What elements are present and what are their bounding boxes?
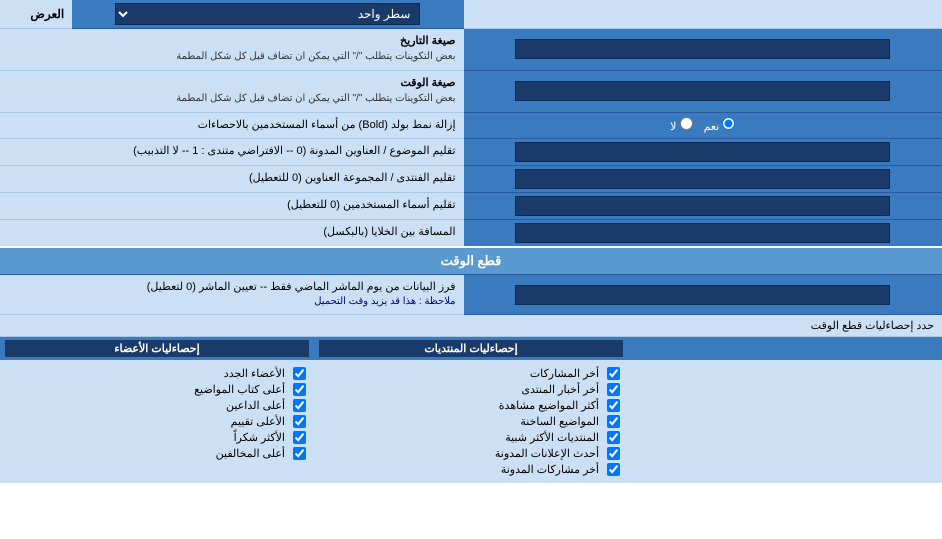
username-trim-label: تقليم أسماء المستخدمين (0 للتعطيل): [0, 192, 464, 219]
bold-yes-label: نعم: [704, 121, 720, 133]
display-mode-select[interactable]: سطر واحد سطران ثلاثة أسطر: [115, 3, 420, 25]
cutoff-label-line1: فرز البيانات من يوم الماشر الماضي فقط --…: [8, 280, 456, 295]
checkbox-label-2: أكثر المواضيع مشاهدة: [499, 399, 599, 412]
cutoff-section-header: قطع الوقت: [0, 247, 942, 275]
time-format-label: صيغة الوقت بعض التكوينات يتطلب "/" التي …: [0, 70, 464, 112]
checkbox-item-c2-0: الأعضاء الجدد: [8, 367, 306, 380]
checkbox-label-6: أخر مشاركات المدونة: [501, 463, 599, 476]
cell-spacing-cell: 2: [464, 219, 942, 247]
cutoff-value-input[interactable]: 0: [515, 285, 890, 305]
checkbox-item-c2-3: الأعلى تقييم: [8, 415, 306, 428]
checkbox-0[interactable]: [607, 367, 620, 380]
col2-header: إحصاءليات الأعضاء: [5, 340, 309, 357]
bold-remove-cell: نعم لا: [464, 112, 942, 138]
checkbox-item-6: أخر مشاركات المدونة: [322, 463, 620, 476]
checkbox-label-1: أخر أخبار المنتدى: [521, 383, 599, 396]
checkbox-item-c2-5: أعلى المخالفين: [8, 447, 306, 460]
checkbox-item-5: أحدث الإعلانات المدونة: [322, 447, 620, 460]
cutoff-label: فرز البيانات من يوم الماشر الماضي فقط --…: [0, 274, 464, 314]
username-trim-cell: 0: [464, 192, 942, 219]
forum-align-input[interactable]: 33: [515, 169, 890, 189]
cell-spacing-input[interactable]: 2: [515, 223, 890, 243]
cutoff-label-line2: ملاحظة : هذا قد يزيد وقت التحميل: [8, 295, 456, 309]
page-title: العرض: [0, 0, 72, 29]
date-format-input[interactable]: d-m: [515, 39, 890, 59]
checkbox-label-5: أحدث الإعلانات المدونة: [495, 447, 599, 460]
display-mode-cell: سطر واحد سطران ثلاثة أسطر: [72, 0, 463, 29]
empty-col3: [628, 360, 942, 483]
checkbox-c2-4[interactable]: [293, 431, 306, 444]
time-format-label-line2: بعض التكوينات يتطلب "/" التي يمكن ان تضا…: [176, 93, 455, 104]
checkbox-1[interactable]: [607, 383, 620, 396]
checkbox-label-0: أخر المشاركات: [530, 367, 599, 380]
checkbox-5[interactable]: [607, 447, 620, 460]
checkbox-item-c2-2: أعلى الداعين: [8, 399, 306, 412]
date-format-label: صيغة التاريخ بعض التكوينات يتطلب "/" الت…: [0, 29, 464, 71]
date-format-label-line1: صيغة التاريخ: [8, 34, 456, 49]
bold-remove-label: إزالة نمط بولد (Bold) من أسماء المستخدمي…: [0, 112, 464, 138]
checkbox-item-3: المواضيع الساخنة: [322, 415, 620, 428]
checkbox-c2-5[interactable]: [293, 447, 306, 460]
topic-align-input[interactable]: 33: [515, 142, 890, 162]
checkbox-label-c2-2: أعلى الداعين: [226, 399, 285, 412]
date-format-cell: d-m: [464, 29, 942, 71]
checkbox-label-c2-0: الأعضاء الجدد: [224, 367, 285, 380]
checkbox-label-c2-1: أعلى كتاب المواضيع: [194, 383, 285, 396]
topic-align-label: تقليم الموضوع / العناوين المدونة (0 -- ا…: [0, 138, 464, 165]
col3-header-cell: [628, 337, 942, 360]
checkbox-label-c2-5: أعلى المخالفين: [216, 447, 285, 460]
checkbox-item-2: أكثر المواضيع مشاهدة: [322, 399, 620, 412]
bold-no-label: لا: [670, 121, 676, 133]
checkbox-label-c2-4: الأكثر شكراً: [234, 431, 285, 444]
col2-items: الأعضاء الجدد أعلى كتاب المواضيع أعلى ال…: [0, 360, 314, 483]
cutoff-value-cell: 0: [464, 274, 942, 314]
checkbox-item-4: المنتديات الأكثر شبية: [322, 431, 620, 444]
username-trim-input[interactable]: 0: [515, 196, 890, 216]
checkbox-item-c2-4: الأكثر شكراً: [8, 431, 306, 444]
checkbox-item-1: أخر أخبار المنتدى: [322, 383, 620, 396]
checkboxes-section: إحصاءليات المنتديات إحصاءليات الأعضاء أخ…: [0, 337, 942, 484]
time-format-input[interactable]: H:i: [515, 81, 890, 101]
checkbox-3[interactable]: [607, 415, 620, 428]
checkbox-item-c2-1: أعلى كتاب المواضيع: [8, 383, 306, 396]
display-mode-label: [464, 0, 942, 29]
checkbox-6[interactable]: [607, 463, 620, 476]
forum-align-label: تقليم الفنتدى / المجموعة العناوين (0 للت…: [0, 165, 464, 192]
forum-align-cell: 33: [464, 165, 942, 192]
checkbox-2[interactable]: [607, 399, 620, 412]
checkbox-c2-3[interactable]: [293, 415, 306, 428]
col2-header-cell: إحصاءليات الأعضاء: [0, 337, 314, 360]
checkbox-c2-2[interactable]: [293, 399, 306, 412]
bold-yes-radio[interactable]: [722, 117, 735, 130]
cell-spacing-label: المسافة بين الخلايا (بالبكسل): [0, 219, 464, 247]
checkbox-item-0: أخر المشاركات: [322, 367, 620, 380]
date-format-label-line2: بعض التكوينات يتطلب "/" التي يمكن ان تضا…: [176, 51, 455, 62]
bold-no-radio[interactable]: [680, 117, 693, 130]
checkbox-c2-1[interactable]: [293, 383, 306, 396]
col1-items: أخر المشاركات أخر أخبار المنتدى أكثر الم…: [314, 360, 628, 483]
settings-table: سطر واحد سطران ثلاثة أسطر العرض d-m صيغة…: [0, 0, 942, 483]
checkbox-label-c2-3: الأعلى تقييم: [231, 415, 285, 428]
checkbox-label-4: المنتديات الأكثر شبية: [505, 431, 599, 444]
checkbox-label-3: المواضيع الساخنة: [520, 415, 599, 428]
apply-cutoff-label: حدد إحصاءليات قطع الوقت: [0, 315, 942, 337]
checkbox-c2-0[interactable]: [293, 367, 306, 380]
col1-header: إحصاءليات المنتديات: [319, 340, 623, 357]
time-format-cell: H:i: [464, 70, 942, 112]
checkbox-4[interactable]: [607, 431, 620, 444]
topic-align-cell: 33: [464, 138, 942, 165]
col1-header-cell: إحصاءليات المنتديات: [314, 337, 628, 360]
time-format-label-line1: صيغة الوقت: [8, 76, 456, 91]
